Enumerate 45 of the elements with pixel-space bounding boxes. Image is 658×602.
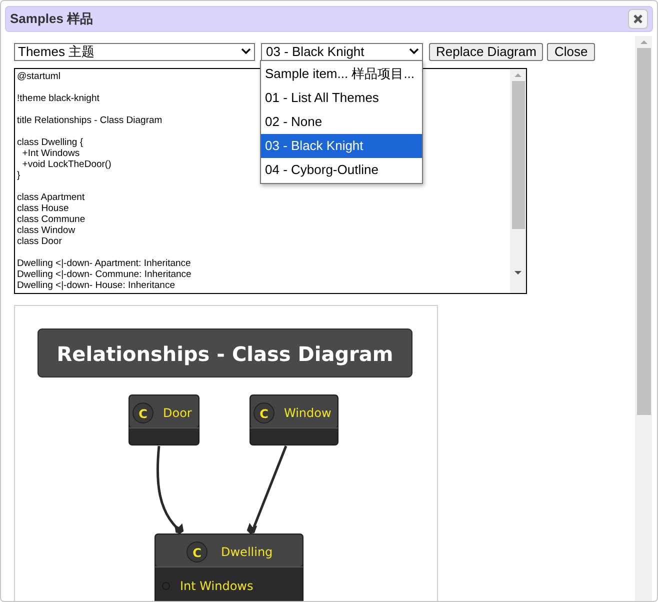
code-line: class Dwelling { bbox=[17, 137, 83, 148]
toolbar-button[interactable]: Replace Diagram bbox=[429, 42, 544, 60]
dropdown-option[interactable]: 04 - Cyborg-Outline bbox=[261, 158, 422, 182]
class-name: Window bbox=[284, 406, 332, 420]
scroll-up-icon[interactable] bbox=[640, 40, 648, 44]
code-line: title Relationships - Class Diagram bbox=[17, 115, 162, 126]
dropdown-option[interactable]: 03 - Black Knight bbox=[261, 134, 422, 158]
chevron-icon bbox=[241, 48, 251, 55]
sample-select[interactable]: 03 - Black Knight bbox=[261, 42, 423, 60]
select-value: 03 - Black Knight bbox=[266, 45, 364, 58]
class-box bbox=[128, 394, 200, 446]
theme-select[interactable]: Themes 主题 bbox=[14, 42, 255, 60]
scrollbar[interactable] bbox=[510, 69, 526, 293]
toolbar-button[interactable]: Close bbox=[547, 42, 595, 60]
code-line: Dwelling <|-down- Commune: Inheritance bbox=[17, 269, 192, 280]
dropdown-option[interactable]: 01 - List All Themes bbox=[261, 86, 422, 110]
class-member: Int Windows bbox=[180, 579, 254, 593]
diagram-title: Relationships - Class Diagram bbox=[56, 342, 394, 366]
scroll-down-icon[interactable] bbox=[514, 271, 522, 275]
code-line: class Door bbox=[17, 236, 62, 247]
class-icon: C bbox=[254, 402, 274, 424]
close-icon bbox=[633, 14, 643, 24]
close-button[interactable] bbox=[628, 9, 648, 29]
code-line: Dwelling <|-down- House: Inheritance bbox=[17, 280, 175, 291]
code-line: class Commune bbox=[17, 214, 86, 225]
code-line: Dwelling <|-down- Apartment: Inheritance bbox=[17, 258, 191, 269]
class-name: Dwelling bbox=[221, 545, 273, 559]
chevron-icon bbox=[409, 48, 419, 55]
dropdown-option[interactable]: Sample item... 样品项目... bbox=[261, 62, 422, 86]
dialog-title: Samples 样品 bbox=[10, 10, 94, 28]
code-line: class House bbox=[17, 203, 69, 214]
code-line: class Window bbox=[17, 225, 76, 236]
page-scrollbar[interactable] bbox=[635, 36, 652, 601]
class-icon: C bbox=[132, 402, 154, 424]
code-line: !theme black-knight bbox=[17, 93, 100, 104]
code-line: class Apartment bbox=[17, 192, 85, 203]
code-line: +void LockTheDoor() bbox=[21, 159, 112, 170]
code-line: +Int Windows bbox=[21, 148, 80, 159]
scroll-up-icon[interactable] bbox=[514, 73, 522, 77]
select-value: Themes 主题 bbox=[18, 45, 95, 58]
class-icon: C bbox=[186, 542, 208, 562]
code-line: } bbox=[17, 170, 20, 181]
code-line: @startuml bbox=[17, 71, 60, 82]
class-name: Door bbox=[163, 406, 192, 420]
dropdown-option[interactable]: 02 - None bbox=[261, 110, 422, 134]
